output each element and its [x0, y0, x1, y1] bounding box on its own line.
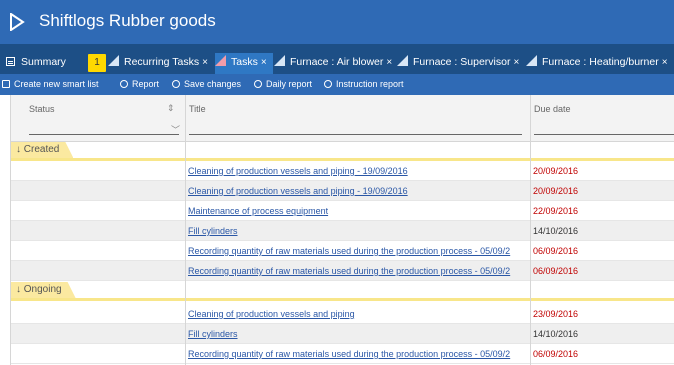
list-icon — [2, 80, 10, 88]
due-date: 06/09/2016 — [533, 266, 579, 276]
due-date: 14/10/2016 — [533, 226, 579, 236]
due-date-column-header[interactable]: Due date — [530, 95, 674, 142]
table-row[interactable]: Cleaning of production vessels and pipin… — [11, 181, 674, 201]
status-column-label: Status — [29, 104, 55, 114]
title-filter-input[interactable] — [189, 134, 522, 135]
tab-corner-icon — [215, 55, 226, 66]
due-date: 20/09/2016 — [533, 166, 579, 176]
tab-summary[interactable]: Summary — [0, 53, 84, 74]
table-row[interactable]: Recording quantity of raw materials used… — [11, 261, 674, 281]
tab-corner-icon — [526, 55, 537, 66]
tab-furnace-air-blower[interactable]: Furnace : Air blower × — [274, 53, 392, 74]
task-title-link[interactable]: Cleaning of production vessels and pipin… — [188, 186, 530, 196]
column-divider — [185, 95, 186, 365]
task-title-link[interactable]: Fill cylinders — [188, 226, 530, 236]
task-title-link[interactable]: Recording quantity of raw materials used… — [188, 349, 530, 359]
due-date: 14/10/2016 — [533, 329, 579, 339]
report-button[interactable]: Report — [120, 79, 159, 89]
task-title-link[interactable]: Cleaning of production vessels and pipin… — [188, 309, 530, 319]
group-ongoing[interactable]: ↓ Ongoing — [11, 282, 674, 301]
close-icon[interactable]: × — [202, 57, 208, 68]
table-row[interactable]: Maintenance of process equipment 22/09/2… — [11, 201, 674, 221]
tab-corner-icon — [274, 55, 285, 66]
create-smart-list-label: Create new smart list — [14, 79, 99, 89]
tab-furnace-heating-burner[interactable]: Furnace : Heating/burner × — [526, 53, 668, 74]
task-title-link[interactable]: Recording quantity of raw materials used… — [188, 246, 530, 256]
due-date-column-label: Due date — [534, 104, 571, 114]
report-label: Report — [132, 79, 160, 89]
title-column-header[interactable]: Title — [185, 95, 530, 142]
group-created[interactable]: ↓ Created — [11, 142, 674, 161]
column-divider — [530, 95, 531, 365]
tab-corner-icon — [108, 55, 119, 66]
tab-tasks[interactable]: Tasks × — [215, 53, 273, 74]
gear-icon — [172, 80, 180, 88]
instruction-report-button[interactable]: Instruction report — [324, 79, 404, 89]
table-row[interactable]: Recording quantity of raw materials used… — [11, 344, 674, 364]
table-row[interactable]: Cleaning of production vessels and pipin… — [11, 161, 674, 181]
tab-furnace-supervisor-label: Furnace : Supervisor — [413, 56, 511, 68]
status-column-header[interactable]: Status ⇕ ﹀ — [11, 95, 185, 142]
due-date: 20/09/2016 — [533, 186, 579, 196]
table-row[interactable]: Cleaning of production vessels and pipin… — [11, 304, 674, 324]
due-date: 22/09/2016 — [533, 206, 579, 216]
daily-report-button[interactable]: Daily report — [254, 79, 312, 89]
title-bar: Shiftlogs Rubber goods — [0, 0, 674, 44]
daily-report-label: Daily report — [266, 79, 313, 89]
arrow-down-icon: ↓ — [16, 144, 21, 155]
due-date: 06/09/2016 — [533, 349, 579, 359]
close-icon[interactable]: × — [261, 57, 267, 68]
group-ongoing-tag: ↓ Ongoing — [11, 282, 76, 298]
notification-badge[interactable]: 1 — [88, 54, 106, 72]
tasks-grid: Status ⇕ ﹀ Title Due date ↓ Created Clea… — [10, 95, 674, 365]
save-changes-button[interactable]: Save changes — [172, 79, 241, 89]
grid-header: Status ⇕ ﹀ Title Due date — [11, 95, 674, 142]
tab-furnace-supervisor[interactable]: Furnace : Supervisor × — [397, 53, 519, 74]
gear-icon — [324, 80, 332, 88]
tab-tasks-label: Tasks — [231, 56, 258, 68]
group-created-tag: ↓ Created — [11, 142, 73, 158]
create-smart-list-button[interactable]: Create new smart list — [2, 79, 99, 89]
table-row[interactable]: Fill cylinders 14/10/2016 — [11, 221, 674, 241]
status-filter-input[interactable] — [29, 134, 179, 135]
title-column-label: Title — [189, 104, 206, 114]
task-title-link[interactable]: Fill cylinders — [188, 329, 530, 339]
save-changes-label: Save changes — [184, 79, 242, 89]
instruction-report-label: Instruction report — [336, 79, 404, 89]
close-icon[interactable]: × — [386, 57, 392, 68]
toolbar: Create new smart list Report Save change… — [0, 74, 674, 95]
gear-icon — [254, 80, 262, 88]
group-ongoing-label: Ongoing — [23, 284, 62, 295]
tab-recurring-tasks-label: Recurring Tasks — [124, 56, 200, 68]
table-row[interactable]: Fill cylinders 14/10/2016 — [11, 324, 674, 344]
due-date: 06/09/2016 — [533, 246, 579, 256]
tab-corner-icon — [397, 55, 408, 66]
tab-furnace-heating-burner-label: Furnace : Heating/burner — [542, 56, 659, 68]
sort-icon[interactable]: ⇕ — [167, 103, 175, 114]
task-title-link[interactable]: Recording quantity of raw materials used… — [188, 266, 530, 276]
summary-icon — [6, 57, 15, 66]
task-title-link[interactable]: Maintenance of process equipment — [188, 206, 530, 216]
app-title: Shiftlogs Rubber goods — [39, 11, 216, 30]
due-date-filter-input[interactable] — [534, 134, 674, 135]
close-icon[interactable]: × — [513, 57, 519, 68]
close-icon[interactable]: × — [662, 57, 668, 68]
due-date: 23/09/2016 — [533, 309, 579, 319]
tab-summary-label: Summary — [21, 56, 66, 68]
bell-icon — [120, 80, 128, 88]
tab-recurring-tasks[interactable]: Recurring Tasks × — [108, 53, 208, 74]
table-row[interactable]: Recording quantity of raw materials used… — [11, 241, 674, 261]
task-title-link[interactable]: Cleaning of production vessels and pipin… — [188, 166, 530, 176]
play-logo-icon — [10, 13, 25, 31]
tab-furnace-air-blower-label: Furnace : Air blower — [290, 56, 384, 68]
group-created-label: Created — [23, 144, 60, 155]
arrow-down-icon: ↓ — [16, 284, 21, 295]
